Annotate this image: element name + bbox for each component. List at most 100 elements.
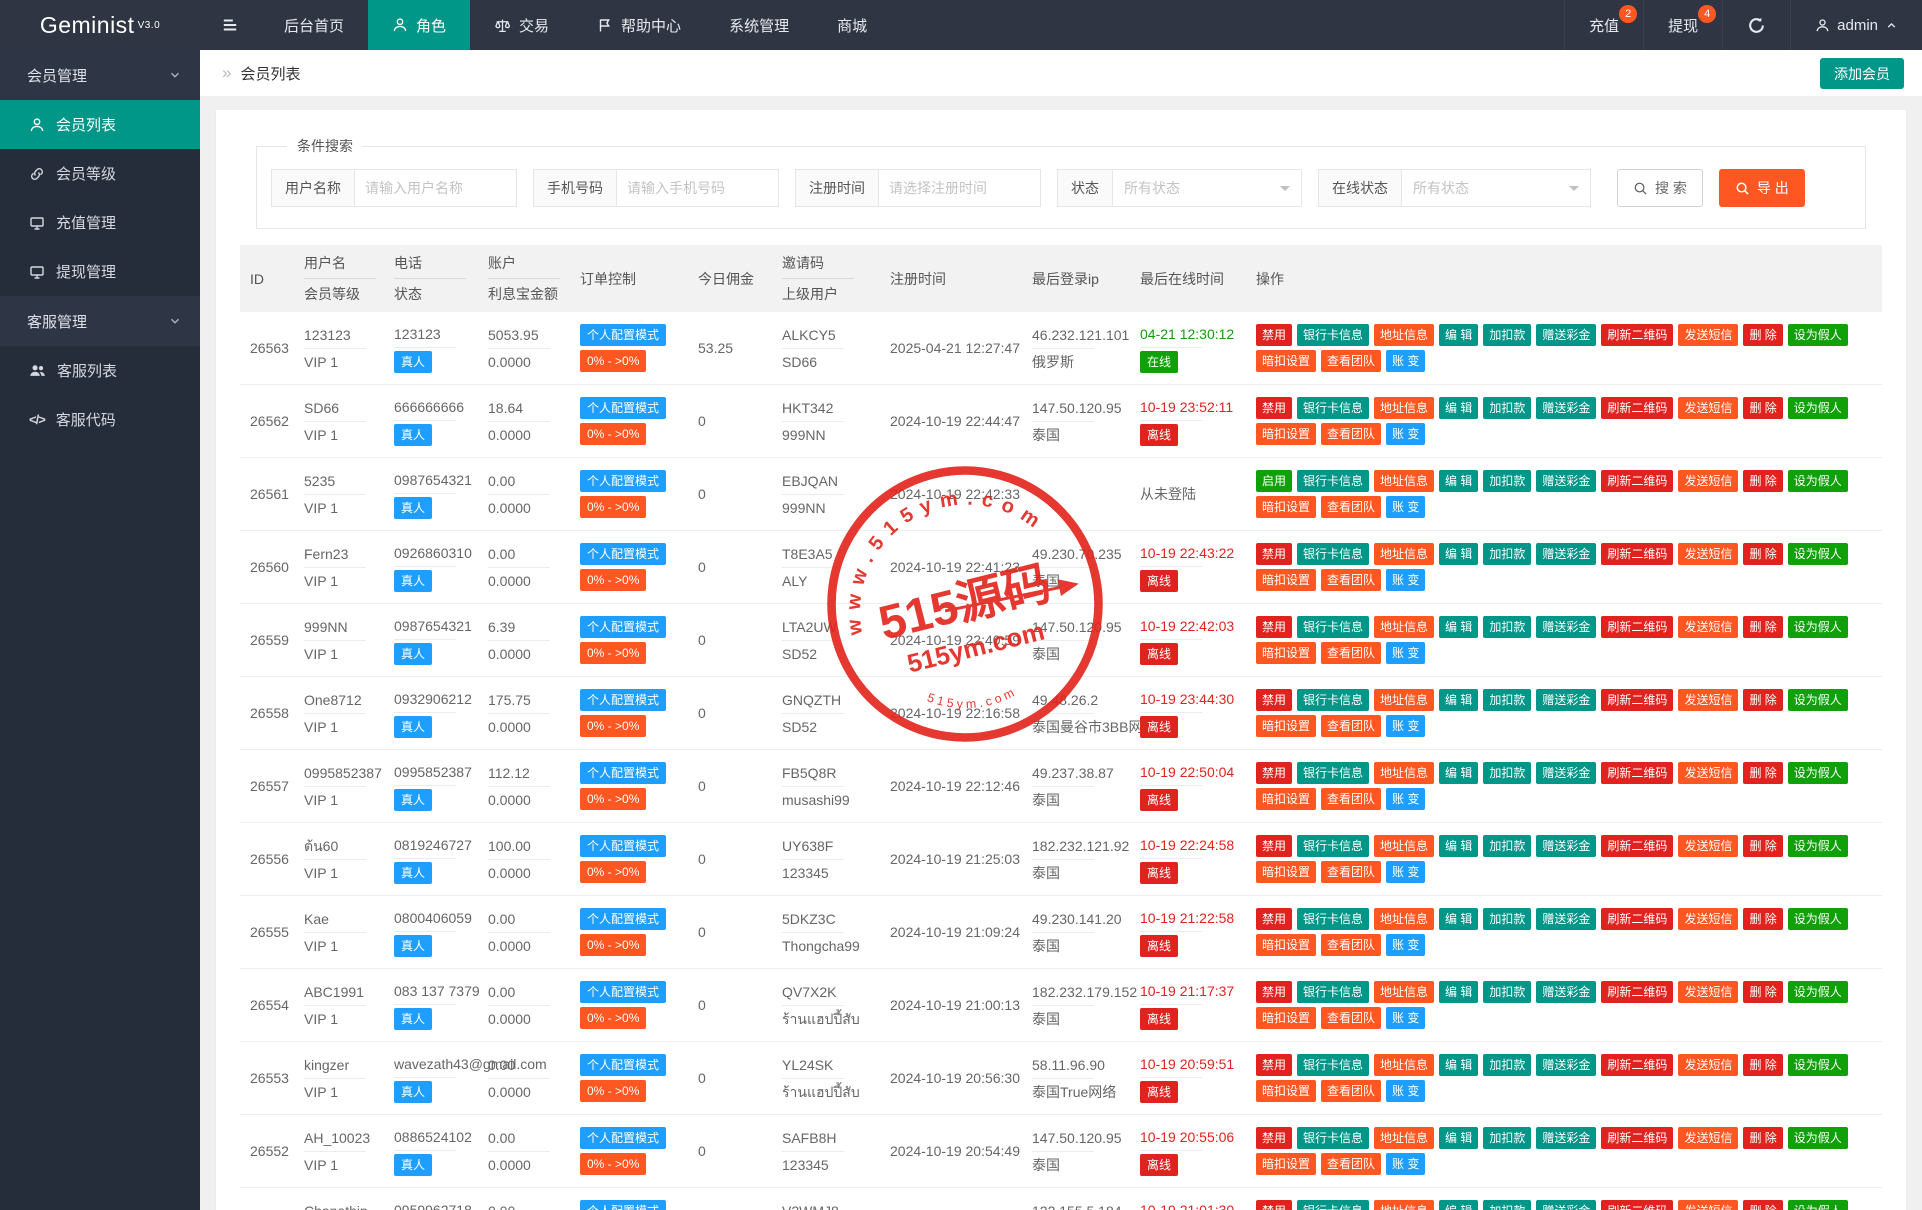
delete-button[interactable]: 删 除	[1743, 762, 1782, 784]
account-change-button[interactable]: 账 变	[1386, 1007, 1425, 1029]
refresh-qrcode-button[interactable]: 刷新二维码	[1601, 762, 1673, 784]
refresh-qrcode-button[interactable]: 刷新二维码	[1601, 1054, 1673, 1076]
send-sms-button[interactable]: 发送短信	[1678, 1200, 1738, 1210]
order-mode-badge[interactable]: 个人配置模式	[580, 1200, 666, 1210]
hidden-deduction-settings-button[interactable]: 暗扣设置	[1256, 642, 1316, 664]
order-mode-badge[interactable]: 个人配置模式	[580, 762, 666, 784]
set-fake-user-button[interactable]: 设为假人	[1788, 616, 1848, 638]
refresh-qrcode-button[interactable]: 刷新二维码	[1601, 835, 1673, 857]
delete-button[interactable]: 删 除	[1743, 543, 1782, 565]
add-member-button[interactable]: 添加会员	[1820, 58, 1904, 89]
refresh-qrcode-button[interactable]: 刷新二维码	[1601, 1200, 1673, 1210]
delete-button[interactable]: 删 除	[1743, 1200, 1782, 1210]
edit-button[interactable]: 编 辑	[1439, 908, 1478, 930]
sidebar-item-withdraw-manage[interactable]: 提现管理	[0, 247, 200, 296]
order-mode-badge[interactable]: 个人配置模式	[580, 324, 666, 346]
gift-bonus-button[interactable]: 赠送彩金	[1536, 908, 1596, 930]
set-fake-user-button[interactable]: 设为假人	[1788, 1200, 1848, 1210]
edit-button[interactable]: 编 辑	[1439, 470, 1478, 492]
disable-user-button[interactable]: 禁用	[1256, 1054, 1292, 1076]
account-change-button[interactable]: 账 变	[1386, 715, 1425, 737]
account-change-button[interactable]: 账 变	[1386, 861, 1425, 883]
address-info-button[interactable]: 地址信息	[1374, 397, 1434, 419]
hidden-deduction-settings-button[interactable]: 暗扣设置	[1256, 496, 1316, 518]
nav-help-center[interactable]: 帮助中心	[573, 0, 705, 50]
account-change-button[interactable]: 账 变	[1386, 1080, 1425, 1102]
set-fake-user-button[interactable]: 设为假人	[1788, 397, 1848, 419]
set-fake-user-button[interactable]: 设为假人	[1788, 1054, 1848, 1076]
nav-trade[interactable]: 交易	[470, 0, 573, 50]
add-deduction-button[interactable]: 加扣款	[1483, 470, 1531, 492]
nav-role[interactable]: 角色	[368, 0, 470, 50]
disable-user-button[interactable]: 禁用	[1256, 835, 1292, 857]
bank-card-info-button[interactable]: 银行卡信息	[1297, 981, 1369, 1003]
send-sms-button[interactable]: 发送短信	[1678, 616, 1738, 638]
gift-bonus-button[interactable]: 赠送彩金	[1536, 1200, 1596, 1210]
account-change-button[interactable]: 账 变	[1386, 569, 1425, 591]
sidebar-item-recharge-manage[interactable]: 充值管理	[0, 198, 200, 247]
edit-button[interactable]: 编 辑	[1439, 1054, 1478, 1076]
send-sms-button[interactable]: 发送短信	[1678, 689, 1738, 711]
order-percent-badge[interactable]: 0% - >0%	[580, 496, 646, 518]
bank-card-info-button[interactable]: 银行卡信息	[1297, 762, 1369, 784]
bank-card-info-button[interactable]: 银行卡信息	[1297, 543, 1369, 565]
edit-button[interactable]: 编 辑	[1439, 762, 1478, 784]
delete-button[interactable]: 删 除	[1743, 908, 1782, 930]
account-change-button[interactable]: 账 变	[1386, 350, 1425, 372]
bank-card-info-button[interactable]: 银行卡信息	[1297, 470, 1369, 492]
add-deduction-button[interactable]: 加扣款	[1483, 1200, 1531, 1210]
order-mode-badge[interactable]: 个人配置模式	[580, 616, 666, 638]
delete-button[interactable]: 删 除	[1743, 397, 1782, 419]
phone-input[interactable]	[616, 169, 779, 207]
set-fake-user-button[interactable]: 设为假人	[1788, 1127, 1848, 1149]
set-fake-user-button[interactable]: 设为假人	[1788, 981, 1848, 1003]
view-team-button[interactable]: 查看团队	[1321, 715, 1381, 737]
delete-button[interactable]: 删 除	[1743, 835, 1782, 857]
hidden-deduction-settings-button[interactable]: 暗扣设置	[1256, 1153, 1316, 1175]
add-deduction-button[interactable]: 加扣款	[1483, 981, 1531, 1003]
bank-card-info-button[interactable]: 银行卡信息	[1297, 1127, 1369, 1149]
account-change-button[interactable]: 账 变	[1386, 496, 1425, 518]
add-deduction-button[interactable]: 加扣款	[1483, 835, 1531, 857]
username-input[interactable]	[354, 169, 517, 207]
bank-card-info-button[interactable]: 银行卡信息	[1297, 1200, 1369, 1210]
add-deduction-button[interactable]: 加扣款	[1483, 543, 1531, 565]
disable-user-button[interactable]: 禁用	[1256, 616, 1292, 638]
hidden-deduction-settings-button[interactable]: 暗扣设置	[1256, 934, 1316, 956]
disable-user-button[interactable]: 禁用	[1256, 1200, 1292, 1210]
bank-card-info-button[interactable]: 银行卡信息	[1297, 835, 1369, 857]
edit-button[interactable]: 编 辑	[1439, 616, 1478, 638]
account-change-button[interactable]: 账 变	[1386, 934, 1425, 956]
hidden-deduction-settings-button[interactable]: 暗扣设置	[1256, 715, 1316, 737]
delete-button[interactable]: 删 除	[1743, 470, 1782, 492]
edit-button[interactable]: 编 辑	[1439, 981, 1478, 1003]
address-info-button[interactable]: 地址信息	[1374, 908, 1434, 930]
hidden-deduction-settings-button[interactable]: 暗扣设置	[1256, 569, 1316, 591]
edit-button[interactable]: 编 辑	[1439, 1127, 1478, 1149]
nav-dashboard[interactable]: 后台首页	[260, 0, 368, 50]
nav-mall[interactable]: 商城	[813, 0, 891, 50]
add-deduction-button[interactable]: 加扣款	[1483, 1127, 1531, 1149]
order-mode-badge[interactable]: 个人配置模式	[580, 470, 666, 492]
send-sms-button[interactable]: 发送短信	[1678, 908, 1738, 930]
edit-button[interactable]: 编 辑	[1439, 1200, 1478, 1210]
delete-button[interactable]: 删 除	[1743, 616, 1782, 638]
edit-button[interactable]: 编 辑	[1439, 324, 1478, 346]
bank-card-info-button[interactable]: 银行卡信息	[1297, 1054, 1369, 1076]
gift-bonus-button[interactable]: 赠送彩金	[1536, 324, 1596, 346]
order-percent-badge[interactable]: 0% - >0%	[580, 423, 646, 445]
refresh-qrcode-button[interactable]: 刷新二维码	[1601, 689, 1673, 711]
set-fake-user-button[interactable]: 设为假人	[1788, 324, 1848, 346]
view-team-button[interactable]: 查看团队	[1321, 1153, 1381, 1175]
add-deduction-button[interactable]: 加扣款	[1483, 324, 1531, 346]
add-deduction-button[interactable]: 加扣款	[1483, 1054, 1531, 1076]
recharge-notice-button[interactable]: 充值 2	[1564, 0, 1643, 50]
nav-system-manage[interactable]: 系统管理	[705, 0, 813, 50]
refresh-qrcode-button[interactable]: 刷新二维码	[1601, 324, 1673, 346]
edit-button[interactable]: 编 辑	[1439, 543, 1478, 565]
send-sms-button[interactable]: 发送短信	[1678, 981, 1738, 1003]
order-mode-badge[interactable]: 个人配置模式	[580, 1127, 666, 1149]
order-percent-badge[interactable]: 0% - >0%	[580, 569, 646, 591]
withdraw-notice-button[interactable]: 提现 4	[1643, 0, 1722, 50]
address-info-button[interactable]: 地址信息	[1374, 1054, 1434, 1076]
